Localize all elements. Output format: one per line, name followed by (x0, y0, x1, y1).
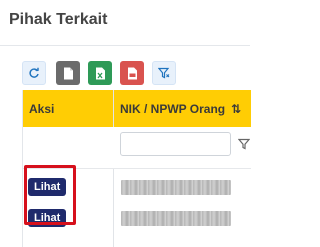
refresh-icon (29, 67, 39, 78)
column-header-nik[interactable]: NIK / NPWP Orang ⇅ (120, 90, 241, 127)
column-header-nik-label: NIK / NPWP Orang (120, 101, 226, 116)
table-row: Lihat (23, 172, 251, 203)
filter-icon[interactable] (238, 138, 250, 150)
filter-clear-icon (158, 67, 170, 79)
title-divider (0, 45, 250, 46)
data-grid: Aksi NIK / NPWP Orang ⇅ Lihat Lihat (22, 90, 251, 247)
excel-icon (95, 67, 105, 79)
table-header: Aksi NIK / NPWP Orang ⇅ (23, 90, 251, 127)
redacted-nik-value (121, 180, 231, 195)
redacted-nik-value (121, 211, 231, 226)
lihat-button[interactable]: Lihat (28, 209, 67, 227)
refresh-button[interactable] (22, 61, 46, 85)
clear-filter-button[interactable] (152, 61, 176, 85)
page-title: Pihak Terkait (9, 11, 108, 28)
sort-icon[interactable]: ⇅ (231, 102, 241, 116)
table-row: Lihat (23, 203, 251, 234)
lihat-button[interactable]: Lihat (28, 178, 67, 196)
pdf-icon (127, 67, 137, 79)
nik-filter-input[interactable] (120, 132, 231, 156)
filter-row (23, 127, 251, 169)
column-header-aksi[interactable]: Aksi (29, 90, 54, 127)
export-excel-button[interactable] (88, 61, 112, 85)
export-pdf-button[interactable] (120, 61, 144, 85)
export-file-button[interactable] (56, 61, 80, 85)
file-icon (63, 67, 73, 79)
